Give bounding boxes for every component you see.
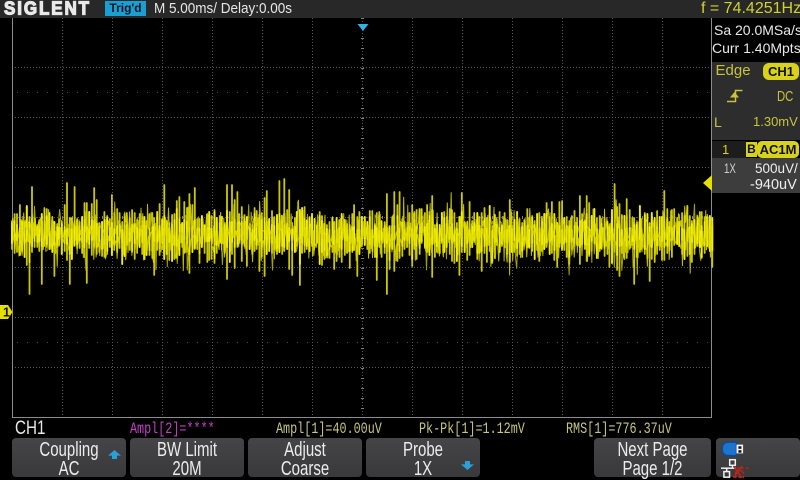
svg-text:1: 1 [3,306,10,320]
